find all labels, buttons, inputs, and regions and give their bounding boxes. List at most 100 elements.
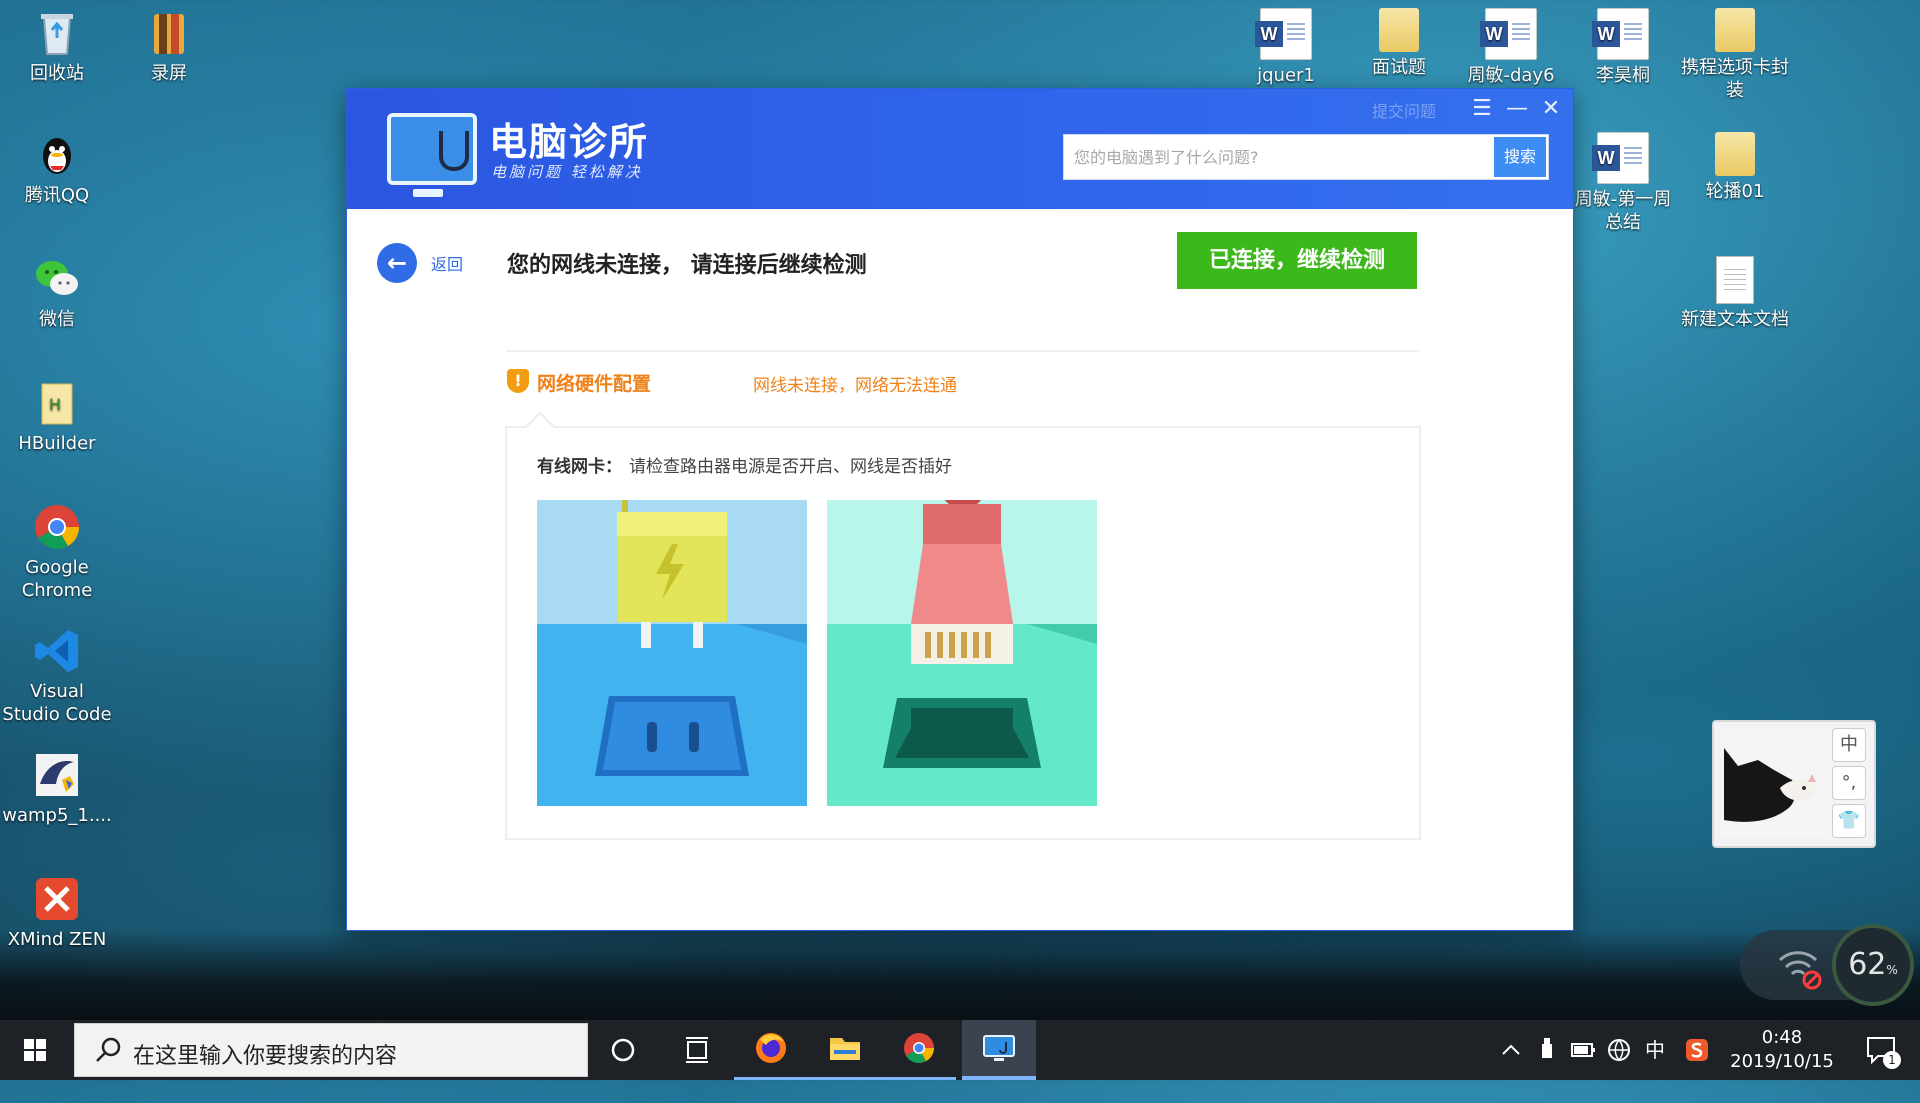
word-doc-icon [1480, 8, 1537, 60]
tray-sogou-button[interactable] [1680, 1020, 1714, 1080]
continue-check-button[interactable]: 已连接，继续检测 [1177, 232, 1417, 289]
ime-indicator[interactable]: 中 [1638, 1020, 1672, 1080]
task-view-button[interactable] [660, 1020, 734, 1080]
wifi-disconnected-icon [1778, 951, 1822, 990]
word-doc-icon [1592, 8, 1649, 60]
vscode-icon [32, 626, 82, 676]
search-input[interactable] [1064, 135, 1484, 179]
cat-skin-image [1720, 728, 1830, 836]
desktop-icon-wechat[interactable]: 微信 [2, 254, 112, 331]
folder-icon [1715, 132, 1755, 176]
text-file-icon [1716, 256, 1754, 304]
power-plug-illustration [537, 500, 807, 806]
desktop-icon-label: 新建文本文档 [1681, 309, 1789, 330]
desktop-icon-label: 周敏-第一周总结 [1574, 189, 1672, 233]
qq-icon [32, 130, 82, 180]
action-center-button[interactable]: 1 [1852, 1020, 1912, 1080]
chrome-icon [904, 1033, 934, 1063]
desktop-wallpaper-shadow [0, 930, 1920, 1020]
desktop-icon-label: 录屏 [151, 63, 187, 84]
svg-text:H: H [49, 395, 61, 414]
ime-skin-button[interactable]: 👕 [1832, 804, 1866, 838]
desktop-icon-week1-summary[interactable]: 周敏-第一周总结 [1568, 132, 1678, 234]
taskbar-pc-clinic[interactable] [962, 1020, 1036, 1080]
firefox-icon [756, 1033, 786, 1063]
wamp-icon [32, 750, 82, 800]
pc-clinic-window: 电脑诊所 电脑问题 轻松解决 提交问题 ☰ — ✕ 搜索 ← 返回 您的网线未连… [347, 89, 1573, 930]
network-cable-illustration [827, 500, 1097, 806]
desktop-icon-new-text-doc[interactable]: 新建文本文档 [1680, 256, 1790, 331]
back-arrow-icon[interactable]: ← [377, 243, 417, 283]
desktop-icon-label: Visual Studio Code [2, 681, 112, 725]
search-box: 搜索 [1063, 134, 1549, 180]
taskbar-search[interactable]: 在这里输入你要搜索的内容 [74, 1023, 588, 1077]
tray-network-button[interactable] [1602, 1020, 1636, 1080]
ime-chinese-toggle[interactable]: 中 [1832, 728, 1866, 762]
desktop-icon-label: HBuilder [18, 433, 96, 454]
folder-icon [1379, 8, 1419, 52]
taskbar-search-placeholder: 在这里输入你要搜索的内容 [133, 1044, 398, 1069]
desktop-icon-lihaotong[interactable]: 李昊桐 [1568, 8, 1678, 87]
desktop-icon-label: 微信 [39, 309, 75, 330]
menu-icon[interactable]: ☰ [1468, 95, 1496, 123]
section-status: 网线未连接，网络无法连通 [753, 376, 957, 396]
back-link[interactable]: 返回 [431, 251, 463, 275]
xmind-icon [32, 874, 82, 924]
desktop-icon-qq[interactable]: 腾讯QQ [2, 130, 112, 207]
folder-icon [830, 1038, 860, 1060]
desktop-icon-wamp[interactable]: wamp5_1.... [2, 750, 112, 827]
notification-count: 1 [1888, 1053, 1896, 1067]
desktop-icon-label: 回收站 [30, 63, 84, 84]
chrome-icon [32, 502, 82, 552]
battery-icon [1571, 1043, 1595, 1057]
desktop-icon-recycle-bin[interactable]: 回收站 [2, 8, 112, 85]
desktop-icon-carousel01[interactable]: 轮播01 [1680, 132, 1790, 203]
taskbar-firefox[interactable] [734, 1020, 808, 1080]
cortana-button[interactable] [586, 1020, 660, 1080]
desktop-icon-label: 携程选项卡封装 [1681, 57, 1789, 101]
submit-question-link[interactable]: 提交问题 [1372, 98, 1436, 122]
minimize-icon[interactable]: — [1503, 95, 1531, 123]
desktop-icon-xmind[interactable]: XMind ZEN [2, 874, 112, 951]
screen-record-icon [144, 8, 194, 58]
desktop-icon-chrome[interactable]: Google Chrome [2, 502, 112, 602]
nic-label: 有线网卡： [537, 457, 622, 477]
desktop-icon-label: 轮播01 [1705, 181, 1765, 202]
warning-shield-icon: ! [507, 369, 529, 393]
desktop-icon-label: 李昊桐 [1596, 65, 1650, 86]
nic-instruction: 请检查路由器电源是否开启、网线是否插好 [629, 457, 952, 477]
ime-punctuation-toggle[interactable]: °, [1832, 766, 1866, 800]
taskbar-clock[interactable]: 0:48 2019/10/15 [1718, 1026, 1846, 1074]
desktop-icon-jquer1[interactable]: jquer1 [1231, 8, 1341, 87]
desktop-icon-ctrip-tabs[interactable]: 携程选项卡封装 [1680, 8, 1790, 102]
start-button[interactable] [0, 1020, 70, 1080]
wechat-icon [32, 254, 82, 304]
network-percent: 62 [1848, 947, 1887, 982]
clock-time: 0:48 [1761, 1027, 1803, 1048]
ime-widget: 中 °, 👕 [1712, 720, 1876, 848]
desktop-icon-vscode[interactable]: Visual Studio Code [2, 626, 112, 726]
show-hidden-icons-button[interactable] [1494, 1020, 1528, 1080]
taskbar-file-explorer[interactable] [808, 1020, 882, 1080]
search-icon [96, 1037, 121, 1062]
taskbar-chrome[interactable] [882, 1020, 956, 1080]
pc-clinic-icon [983, 1035, 1015, 1061]
desktop-icon-day6[interactable]: 周敏-day6 [1456, 8, 1566, 87]
search-button[interactable]: 搜索 [1494, 137, 1546, 177]
recycle-bin-icon [32, 8, 82, 58]
globe-icon [1608, 1039, 1630, 1061]
stethoscope-icon [439, 131, 469, 171]
word-doc-icon [1592, 132, 1649, 184]
windows-logo-icon [24, 1039, 46, 1061]
tray-usb-button[interactable] [1530, 1020, 1564, 1080]
window-header: 电脑诊所 电脑问题 轻松解决 提交问题 ☰ — ✕ 搜索 [347, 89, 1573, 209]
desktop-icon-label: 面试题 [1372, 57, 1426, 78]
desktop-icon-screen-record[interactable]: 录屏 [114, 8, 224, 85]
close-icon[interactable]: ✕ [1537, 95, 1565, 123]
desktop-icon-hbuilder[interactable]: H HBuilder [2, 378, 112, 455]
taskbar: 在这里输入你要搜索的内容 中 0:48 2019/10/15 1 [0, 1020, 1920, 1080]
desktop-icon-label: 腾讯QQ [24, 185, 90, 206]
network-usage-gauge[interactable]: 62% [1832, 924, 1914, 1006]
desktop-icon-interview-folder[interactable]: 面试题 [1344, 8, 1454, 79]
tray-battery-button[interactable] [1566, 1020, 1600, 1080]
